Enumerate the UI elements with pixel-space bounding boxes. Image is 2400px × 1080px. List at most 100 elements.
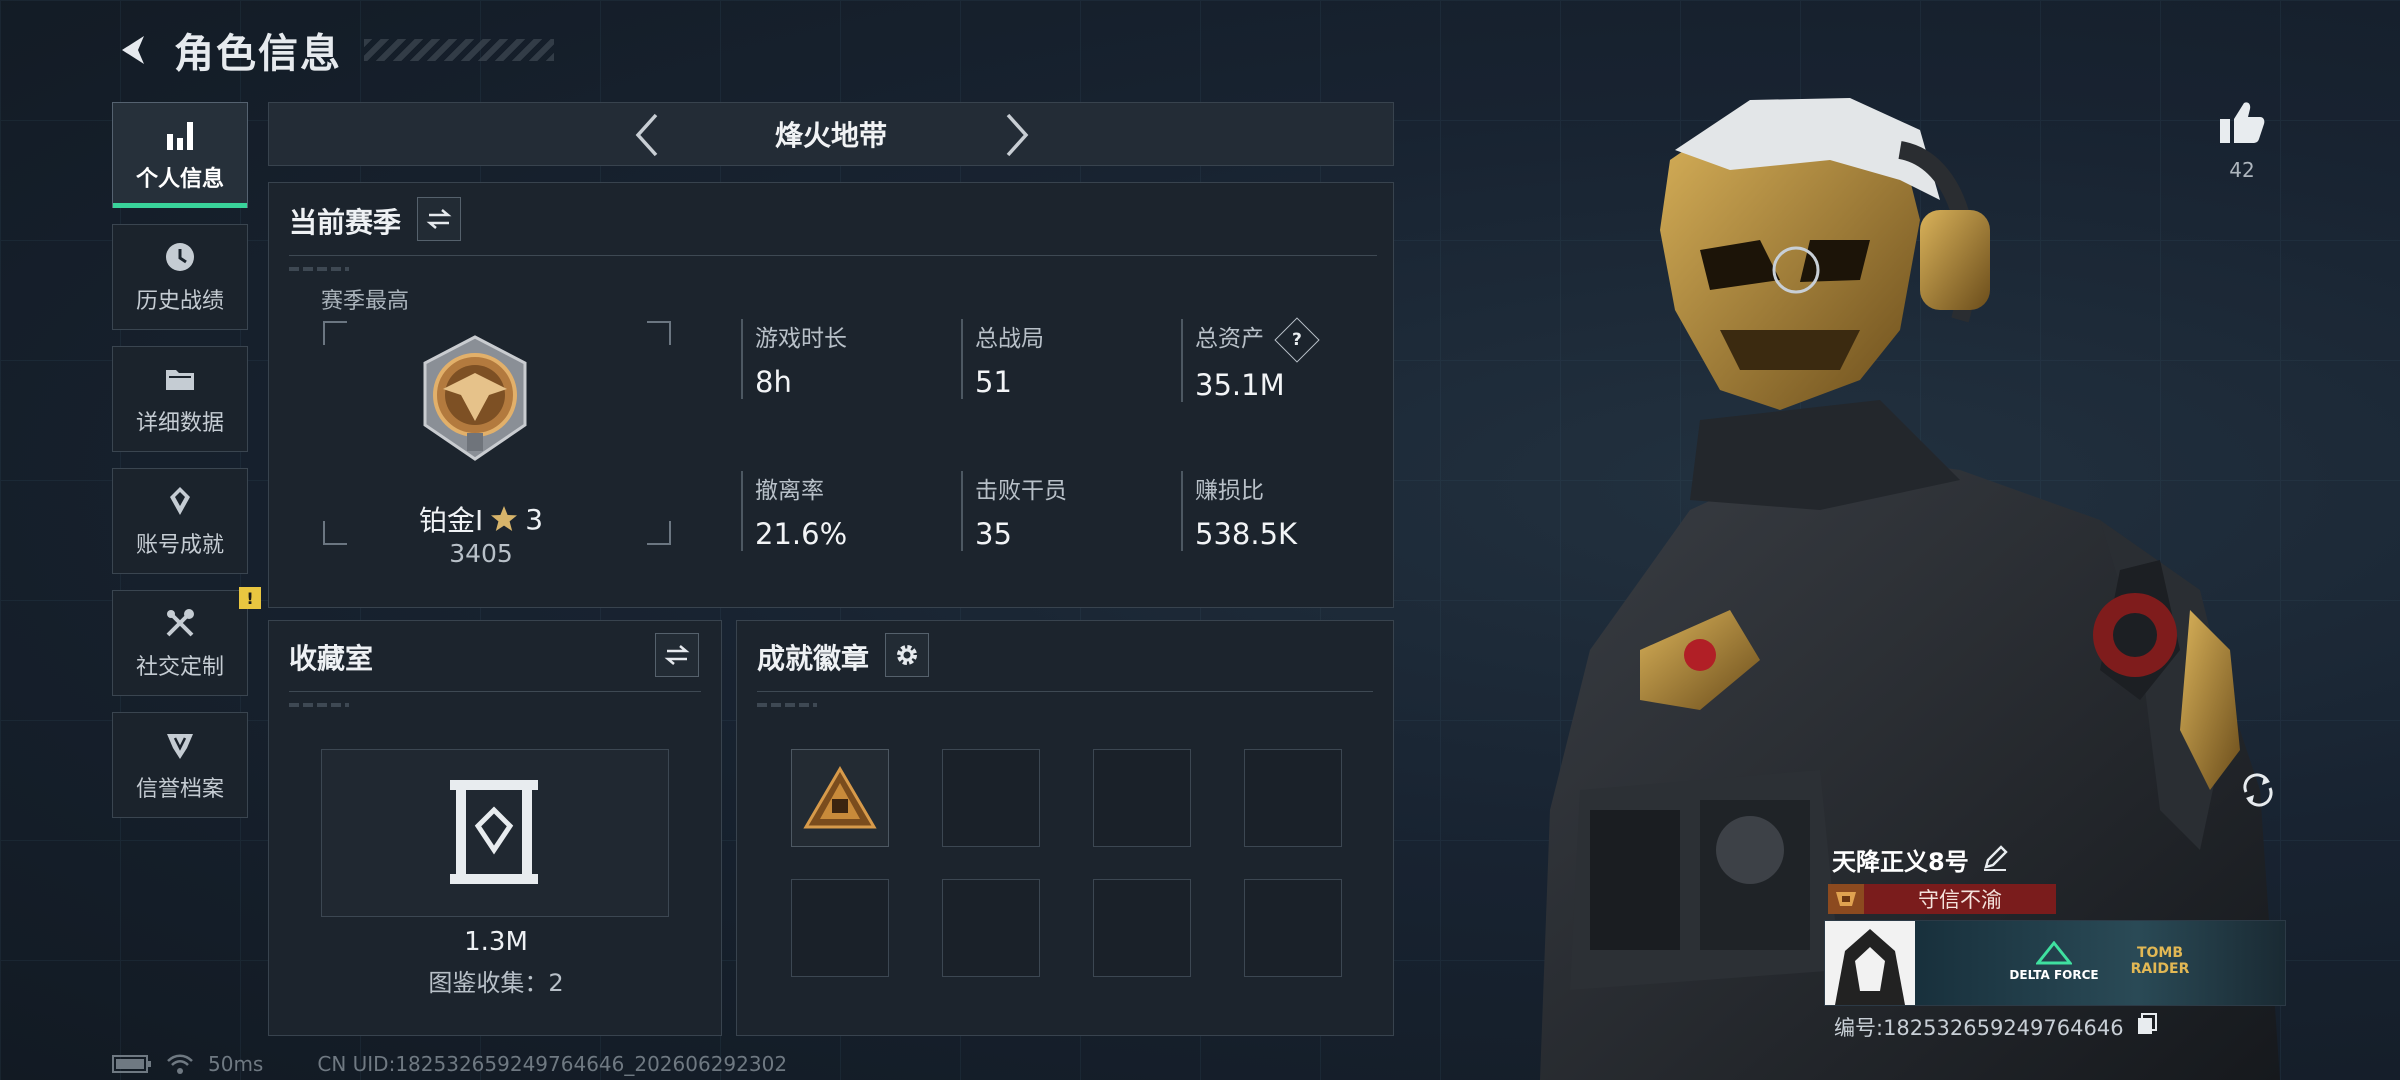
season-best-label: 赛季最高	[321, 289, 410, 314]
chevron-right-icon	[1006, 113, 1029, 157]
achievement-icon	[162, 483, 198, 519]
switch-season-button[interactable]	[417, 197, 461, 241]
back-button[interactable]	[112, 28, 156, 72]
stat-label: 总资产 ?	[1195, 316, 1320, 363]
sidebar-item-label: 信誉档案	[135, 777, 224, 802]
collection-subtitle: 图鉴收集：2	[428, 969, 564, 997]
stat-label: 总战局	[975, 326, 1044, 352]
decoration	[289, 703, 349, 707]
badge-slot[interactable]	[942, 749, 1040, 847]
collection-panel-title: 收藏室	[289, 642, 374, 675]
ping-value: 50ms	[208, 1052, 264, 1076]
badge-slot[interactable]	[791, 749, 889, 847]
decoration	[289, 267, 349, 271]
badge-slot[interactable]	[1093, 879, 1191, 977]
stat-label: 游戏时长	[755, 326, 847, 352]
badge-slot[interactable]	[942, 879, 1040, 977]
badge-slot[interactable]	[1093, 749, 1191, 847]
bar-chart-icon	[162, 117, 198, 153]
player-banner[interactable]: DELTA FORCE TOMB RAIDER	[1824, 920, 2286, 1006]
badge-slot[interactable]	[1244, 749, 1342, 847]
like-button[interactable]	[2216, 96, 2268, 148]
stat-value: 51	[975, 365, 1012, 399]
collection-display-case[interactable]	[321, 749, 669, 917]
badge-settings-button[interactable]	[885, 633, 929, 677]
notification-badge: !	[239, 587, 261, 609]
stat-extraction-rate: 撤离率 21.6%	[741, 471, 847, 551]
decoration	[757, 703, 817, 707]
stat-total-assets: 总资产 ? 35.1M	[1181, 316, 1320, 402]
sidebar-item-personal-info[interactable]: 个人信息	[112, 102, 248, 208]
gear-icon	[897, 645, 917, 665]
delta-force-logo: DELTA FORCE	[2009, 940, 2099, 982]
badge-slot[interactable]	[1244, 879, 1342, 977]
help-button[interactable]: ?	[1274, 316, 1320, 363]
frame-corner	[323, 521, 347, 545]
stat-label: 撤离率	[755, 478, 824, 504]
battery-icon	[112, 1055, 151, 1073]
stat-value: 35.1M	[1195, 367, 1285, 402]
sidebar-item-achievements[interactable]: 账号成就	[112, 468, 248, 574]
stat-total-matches: 总战局 51	[961, 319, 1044, 399]
player-title-tag[interactable]: 守信不渝	[1828, 884, 2056, 914]
current-season-panel: 当前赛季 赛季最高 铂金Ⅰ 3 3405 游戏时长 8h 总战局 51 总资产 …	[268, 182, 1394, 608]
swap-icon	[664, 645, 690, 665]
rank-stars: 3	[525, 502, 544, 536]
stat-profit-loss-ratio: 赚损比 538.5K	[1181, 471, 1297, 551]
rank-display: 铂金Ⅰ 3	[417, 499, 545, 539]
stat-value: 8h	[755, 365, 792, 399]
frame-corner	[647, 321, 671, 345]
player-id: 编号:182532659249764646	[1834, 1016, 2124, 1040]
anime-avatar-art	[1825, 921, 1915, 1005]
sidebar-item-label: 个人信息	[135, 167, 224, 192]
copy-icon	[2138, 1013, 2157, 1034]
rank-name: 铂金Ⅰ	[418, 504, 484, 537]
title-decoration	[364, 39, 554, 61]
star-icon	[491, 506, 518, 531]
achievement-badges-panel: 成就徽章	[736, 620, 1394, 1036]
sidebar-item-label: 历史战绩	[135, 289, 224, 314]
chevron-left-icon	[635, 113, 658, 157]
tomb-raider-logo: TOMB RAIDER	[2130, 945, 2190, 977]
sidebar-item-label: 详细数据	[135, 411, 224, 436]
stat-label: 赚损比	[1195, 478, 1264, 504]
like-count: 42	[2229, 158, 2255, 182]
badge-slot[interactable]	[791, 879, 889, 977]
next-mode-button[interactable]	[993, 111, 1041, 159]
sidebar-item-history[interactable]: 历史战绩	[112, 224, 248, 330]
edit-name-button[interactable]	[1980, 843, 2010, 873]
achievement-panel-title: 成就徽章	[757, 642, 870, 675]
rotate-model-button[interactable]	[2234, 766, 2282, 814]
switch-collection-button[interactable]	[655, 633, 699, 677]
pyramid-badge-icon	[803, 766, 877, 829]
mode-title: 烽火地带	[774, 119, 887, 152]
mode-selector: 烽火地带	[268, 102, 1394, 166]
copy-id-button[interactable]	[2136, 1012, 2158, 1036]
divider	[757, 691, 1373, 692]
tools-icon	[162, 605, 198, 641]
frame-corner	[647, 521, 671, 545]
collection-value: 1.3M	[464, 927, 528, 957]
divider	[289, 255, 1377, 256]
stat-operators-defeated: 击败干员 35	[961, 471, 1067, 551]
sidebar-item-credit-record[interactable]: 信誉档案	[112, 712, 248, 818]
player-name: 天降正义8号	[1832, 848, 1969, 876]
history-clock-icon	[162, 239, 198, 275]
pencil-icon	[1984, 845, 2008, 871]
stat-play-time: 游戏时长 8h	[741, 319, 847, 399]
sidebar-item-detailed-data[interactable]: 详细数据	[112, 346, 248, 452]
sidebar-item-social-custom[interactable]: 社交定制 !	[112, 587, 261, 696]
page-header: 角色信息	[112, 22, 554, 78]
status-bar: 50ms CN UID:182532659249764646_202606292…	[112, 1052, 787, 1076]
frame-corner	[323, 321, 347, 345]
title-badge-icon	[1828, 884, 1864, 914]
banner-artwork	[1915, 921, 2285, 1005]
thumbs-up-icon	[2220, 102, 2265, 143]
title-tag-text: 守信不渝	[1918, 888, 2002, 912]
divider	[289, 691, 701, 692]
season-panel-title: 当前赛季	[289, 206, 402, 239]
stat-value: 35	[975, 517, 1012, 551]
platinum-rank-emblem	[423, 335, 527, 461]
previous-mode-button[interactable]	[623, 111, 671, 159]
collection-panel: 收藏室 1.3M 图鉴收集：2	[268, 620, 722, 1036]
